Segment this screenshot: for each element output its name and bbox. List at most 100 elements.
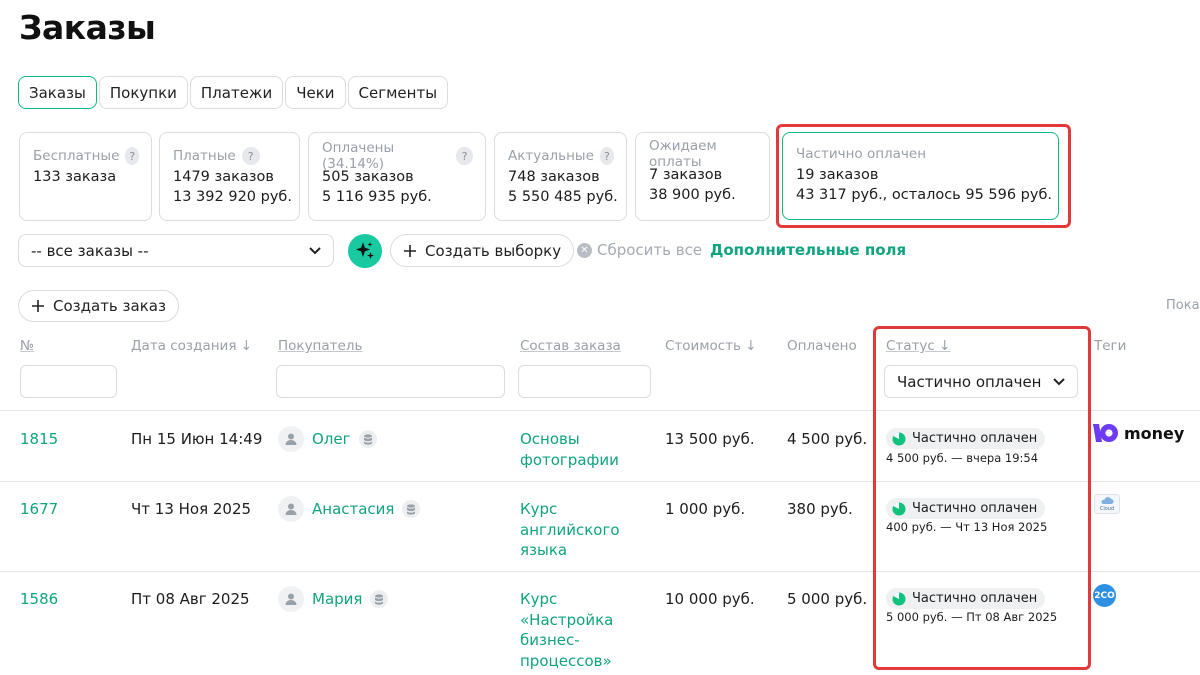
tab-orders[interactable]: Заказы bbox=[18, 76, 97, 109]
buyer-name-link[interactable]: Мария bbox=[312, 590, 362, 608]
stat-amount: 5 116 935 руб. bbox=[322, 189, 432, 205]
help-icon[interactable]: ? bbox=[599, 147, 614, 165]
status-badge[interactable]: Частично оплачен bbox=[886, 498, 1046, 519]
number-filter-input[interactable] bbox=[20, 365, 117, 398]
column-header-number[interactable]: № bbox=[20, 338, 34, 354]
order-items-line: процессов» bbox=[520, 651, 612, 670]
extra-fields-link[interactable]: Дополнительные поля bbox=[710, 241, 906, 259]
stat-value: 133 заказа bbox=[33, 169, 117, 185]
create-order-label: Создать заказ bbox=[53, 297, 166, 315]
show-label: Пока bbox=[1166, 298, 1200, 313]
tab-payments[interactable]: Платежи bbox=[189, 76, 284, 109]
order-cost: 13 500 руб. bbox=[665, 430, 755, 448]
status-badge[interactable]: Частично оплачен bbox=[886, 588, 1046, 609]
help-icon[interactable]: ? bbox=[456, 147, 473, 165]
database-icon bbox=[402, 500, 421, 518]
help-icon[interactable]: ? bbox=[125, 147, 139, 165]
tag-2co-logo: 2CO bbox=[1093, 584, 1116, 607]
stat-card-paid-done[interactable]: Оплачены (34.14%)? 505 заказов 5 116 935… bbox=[308, 132, 486, 221]
buyer-filter-input[interactable] bbox=[276, 365, 505, 398]
order-items-link[interactable]: Курс «Настройка бизнес- процессов» bbox=[520, 589, 650, 671]
create-selection-button[interactable]: Создать выборку bbox=[390, 234, 575, 267]
order-paid: 5 000 руб. bbox=[787, 590, 868, 608]
filter-value: -- все заказы -- bbox=[31, 241, 149, 260]
order-items-link[interactable]: Основы фотографии bbox=[520, 429, 650, 470]
help-icon[interactable]: ? bbox=[241, 147, 260, 165]
buyer-name-link[interactable]: Анастасия bbox=[312, 500, 394, 518]
order-date: Пн 15 Июн 14:49 bbox=[131, 430, 263, 448]
stat-card-actual[interactable]: Актуальные? 748 заказов 5 550 485 руб. bbox=[494, 132, 627, 221]
chevron-down-icon bbox=[309, 246, 321, 254]
column-header-status[interactable]: Статус ↓ bbox=[886, 338, 950, 354]
column-header-paid: Оплачено bbox=[787, 338, 857, 354]
order-cost: 10 000 руб. bbox=[665, 590, 755, 608]
tag-text: 2CO bbox=[1094, 590, 1115, 601]
order-number-link[interactable]: 1677 bbox=[20, 500, 58, 518]
order-cost: 1 000 руб. bbox=[665, 500, 746, 518]
items-filter-input[interactable] bbox=[518, 365, 651, 398]
status-text: Частично оплачен bbox=[912, 501, 1038, 516]
status-note: 4 500 руб. — вчера 19:54 bbox=[886, 451, 1039, 465]
order-items-line: «Настройка bbox=[520, 610, 614, 629]
column-header-tags: Теги bbox=[1094, 338, 1127, 354]
stat-label: Актуальные bbox=[508, 148, 594, 164]
stat-card-paid[interactable]: Платные? 1479 заказов 13 392 920 руб. bbox=[159, 132, 300, 221]
reset-all-button[interactable]: ✕ Сбросить все bbox=[577, 241, 702, 259]
order-items-link[interactable]: Курс английского языка bbox=[520, 499, 650, 561]
status-filter-value: Частично оплачен bbox=[897, 372, 1042, 391]
status-note: 400 руб. — Чт 13 Ноя 2025 bbox=[886, 520, 1048, 534]
sparkle-icon bbox=[356, 242, 374, 259]
stat-card-partial[interactable]: Частично оплачен 19 заказов 43 317 руб.,… bbox=[782, 132, 1059, 220]
status-badge[interactable]: Частично оплачен bbox=[886, 428, 1046, 449]
ai-sparkle-button[interactable] bbox=[348, 234, 382, 268]
page-title: Заказы bbox=[19, 8, 156, 47]
stat-amount: 38 900 руб. bbox=[649, 187, 736, 203]
order-number-link[interactable]: 1815 bbox=[20, 430, 58, 448]
database-icon bbox=[370, 590, 389, 608]
user-avatar-icon bbox=[278, 496, 304, 522]
stat-card-free[interactable]: Бесплатные? 133 заказа bbox=[19, 132, 152, 221]
stat-card-awaiting[interactable]: Ожидаем оплаты 7 заказов 38 900 руб. bbox=[635, 132, 770, 221]
buyer-cell: Мария bbox=[278, 586, 389, 612]
tab-segments[interactable]: Сегменты bbox=[347, 76, 449, 109]
order-items-line: языка bbox=[520, 541, 568, 559]
order-items-line: английского bbox=[520, 520, 620, 539]
partial-pie-icon bbox=[892, 591, 906, 605]
stat-amount: 5 550 485 руб. bbox=[508, 189, 618, 205]
column-header-items[interactable]: Состав заказа bbox=[520, 338, 621, 354]
stat-value: 505 заказов bbox=[322, 169, 414, 185]
status-note: 5 000 руб. — Пт 08 Авг 2025 bbox=[886, 610, 1058, 624]
status-text: Частично оплачен bbox=[912, 431, 1038, 446]
column-header-cost[interactable]: Стоимость ↓ bbox=[665, 338, 757, 354]
stat-amount: 43 317 руб., осталось 95 596 руб. bbox=[796, 187, 1053, 203]
reset-all-label: Сбросить все bbox=[597, 241, 703, 259]
order-paid: 4 500 руб. bbox=[787, 430, 868, 448]
close-icon: ✕ bbox=[577, 242, 592, 258]
column-header-created[interactable]: Дата создания ↓ bbox=[131, 338, 252, 354]
tab-bar: Заказы Покупки Платежи Чеки Сегменты bbox=[18, 76, 449, 109]
stat-value: 19 заказов bbox=[796, 167, 879, 183]
stat-label: Оплачены (34.14%) bbox=[322, 140, 395, 172]
stat-value: 748 заказов bbox=[508, 169, 600, 185]
plus-icon bbox=[404, 244, 416, 257]
orders-filter-select[interactable]: -- все заказы -- bbox=[18, 234, 334, 267]
tag-text: Cloud bbox=[1099, 506, 1115, 512]
order-items-line: Курс bbox=[520, 500, 558, 518]
tab-purchases[interactable]: Покупки bbox=[98, 76, 188, 109]
tag-money-logo: money bbox=[1093, 423, 1184, 443]
column-header-buyer[interactable]: Покупатель bbox=[278, 338, 362, 354]
stat-label: Бесплатные bbox=[33, 148, 120, 164]
database-icon bbox=[358, 430, 377, 448]
row-divider bbox=[0, 481, 1200, 482]
tab-receipts[interactable]: Чеки bbox=[285, 76, 346, 109]
order-items-line: фотографии bbox=[520, 450, 619, 469]
order-number-link[interactable]: 1586 bbox=[20, 590, 58, 608]
status-text: Частично оплачен bbox=[912, 591, 1038, 606]
stat-label: Частично оплачен bbox=[796, 146, 927, 162]
tag-cloud-logo: Cloud bbox=[1094, 494, 1120, 514]
buyer-name-link[interactable]: Олег bbox=[312, 430, 351, 448]
create-selection-label: Создать выборку bbox=[425, 241, 562, 260]
status-filter-select[interactable]: Частично оплачен bbox=[884, 365, 1078, 398]
create-order-button[interactable]: Создать заказ bbox=[18, 290, 179, 322]
partial-pie-icon bbox=[892, 431, 906, 445]
